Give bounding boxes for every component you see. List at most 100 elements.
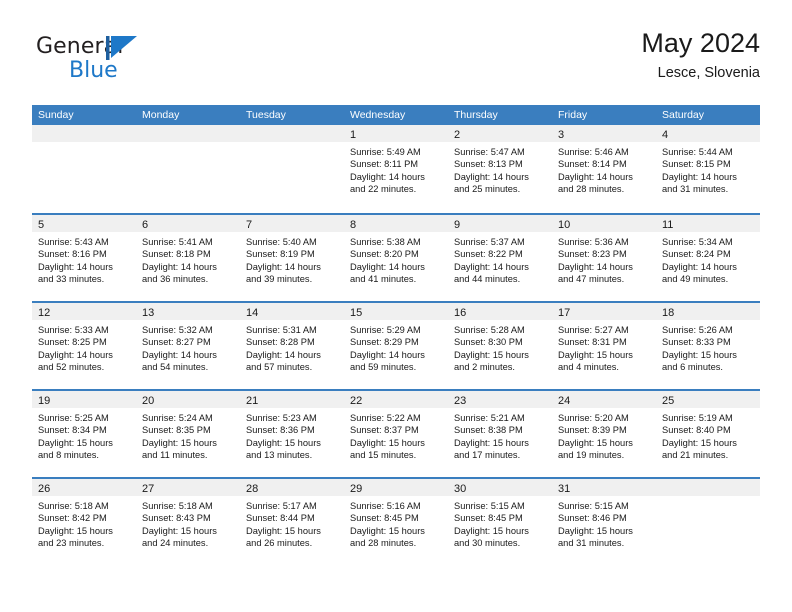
day-detail: Sunrise: 5:29 AM Sunset: 8:29 PM Daylight:… bbox=[344, 320, 448, 374]
day-detail: Sunrise: 5:49 AM Sunset: 8:11 PM Daylight:… bbox=[344, 142, 448, 196]
calendar-grid: Sunday Monday Tuesday Wednesday Thursday… bbox=[32, 105, 760, 565]
calendar-page: General Blue May 2024 Lesce, Slovenia Su… bbox=[0, 0, 792, 612]
day-number-band: 2 bbox=[448, 125, 552, 142]
page-header: General Blue May 2024 Lesce, Slovenia bbox=[32, 26, 760, 98]
day-detail: Sunrise: 5:25 AM Sunset: 8:34 PM Daylight:… bbox=[32, 408, 136, 462]
day-number: 22 bbox=[350, 395, 363, 407]
daylight-text-line1: Daylight: 15 hours bbox=[142, 437, 217, 448]
calendar-day-cell[interactable]: 1 Sunrise: 5:49 AM Sunset: 8:11 PM Daylight… bbox=[344, 125, 448, 213]
day-number-band: 23 bbox=[448, 391, 552, 408]
calendar-day-cell[interactable]: 22 Sunrise: 5:22 AM Sunset: 8:37 PM Dayligh… bbox=[344, 391, 448, 477]
weekday-header-wednesday: Wednesday bbox=[350, 109, 406, 121]
daylight-text-line2: and 23 minutes. bbox=[38, 538, 105, 549]
calendar-day-cell[interactable]: 20 Sunrise: 5:24 AM Sunset: 8:35 PM Dayligh… bbox=[136, 391, 240, 477]
daylight-text-line2: and 28 minutes. bbox=[350, 538, 417, 549]
day-number: 14 bbox=[246, 307, 259, 319]
calendar-day-cell[interactable]: 29 Sunrise: 5:16 AM Sunset: 8:45 PM Dayligh… bbox=[344, 479, 448, 565]
daylight-text-line2: and 15 minutes. bbox=[350, 450, 417, 461]
calendar-day-cell[interactable]: 7 Sunrise: 5:40 AM Sunset: 8:19 PM Daylight… bbox=[240, 215, 344, 301]
page-title: May 2024 bbox=[641, 28, 760, 58]
day-detail: Sunrise: 5:28 AM Sunset: 8:30 PM Daylight:… bbox=[448, 320, 552, 374]
day-number-band: 15 bbox=[344, 303, 448, 320]
calendar-day-cell[interactable]: 30 Sunrise: 5:15 AM Sunset: 8:45 PM Dayligh… bbox=[448, 479, 552, 565]
sunrise-text: Sunrise: 5:27 AM bbox=[558, 325, 629, 335]
day-number-band: 4 bbox=[656, 125, 760, 142]
calendar-day-cell[interactable]: 6 Sunrise: 5:41 AM Sunset: 8:18 PM Daylight… bbox=[136, 215, 240, 301]
calendar-week-row: 5 Sunrise: 5:43 AM Sunset: 8:16 PM Daylight… bbox=[32, 213, 760, 301]
day-number-band: 21 bbox=[240, 391, 344, 408]
day-number-band: 14 bbox=[240, 303, 344, 320]
calendar-day-cell[interactable]: 12 Sunrise: 5:33 AM Sunset: 8:25 PM Dayligh… bbox=[32, 303, 136, 389]
title-block: May 2024 Lesce, Slovenia bbox=[641, 26, 760, 84]
day-number: 5 bbox=[38, 219, 45, 231]
calendar-day-cell[interactable]: 24 Sunrise: 5:20 AM Sunset: 8:39 PM Dayligh… bbox=[552, 391, 656, 477]
sunset-text: Sunset: 8:23 PM bbox=[558, 249, 627, 260]
day-detail: Sunrise: 5:37 AM Sunset: 8:22 PM Daylight:… bbox=[448, 232, 552, 286]
calendar-day-cell-empty bbox=[136, 125, 240, 213]
calendar-day-cell[interactable]: 13 Sunrise: 5:32 AM Sunset: 8:27 PM Dayligh… bbox=[136, 303, 240, 389]
day-detail: Sunrise: 5:44 AM Sunset: 8:15 PM Daylight:… bbox=[656, 142, 760, 196]
daylight-text-line2: and 8 minutes. bbox=[38, 450, 99, 461]
calendar-day-cell[interactable]: 17 Sunrise: 5:27 AM Sunset: 8:31 PM Dayligh… bbox=[552, 303, 656, 389]
day-number: 29 bbox=[350, 483, 363, 495]
day-detail: Sunrise: 5:26 AM Sunset: 8:33 PM Daylight:… bbox=[656, 320, 760, 374]
day-number-band bbox=[240, 125, 344, 142]
daylight-text-line1: Daylight: 14 hours bbox=[38, 261, 113, 272]
day-number-band: 9 bbox=[448, 215, 552, 232]
calendar-day-cell[interactable]: 9 Sunrise: 5:37 AM Sunset: 8:22 PM Daylight… bbox=[448, 215, 552, 301]
sunset-text: Sunset: 8:11 PM bbox=[350, 159, 419, 170]
calendar-day-cell[interactable]: 10 Sunrise: 5:36 AM Sunset: 8:23 PM Dayligh… bbox=[552, 215, 656, 301]
daylight-text-line2: and 54 minutes. bbox=[142, 362, 209, 373]
calendar-day-cell[interactable]: 3 Sunrise: 5:46 AM Sunset: 8:14 PM Daylight… bbox=[552, 125, 656, 213]
calendar-day-cell[interactable]: 21 Sunrise: 5:23 AM Sunset: 8:36 PM Dayligh… bbox=[240, 391, 344, 477]
day-number-band: 8 bbox=[344, 215, 448, 232]
daylight-text-line2: and 24 minutes. bbox=[142, 538, 209, 549]
brand-logo[interactable]: General Blue bbox=[36, 34, 226, 92]
sunset-text: Sunset: 8:27 PM bbox=[142, 337, 211, 348]
sunrise-text: Sunrise: 5:46 AM bbox=[558, 147, 629, 157]
weekday-header-friday: Friday bbox=[558, 109, 588, 121]
calendar-day-cell[interactable]: 31 Sunrise: 5:15 AM Sunset: 8:46 PM Dayligh… bbox=[552, 479, 656, 565]
calendar-day-cell[interactable]: 23 Sunrise: 5:21 AM Sunset: 8:38 PM Dayligh… bbox=[448, 391, 552, 477]
day-detail: Sunrise: 5:41 AM Sunset: 8:18 PM Daylight:… bbox=[136, 232, 240, 286]
daylight-text-line1: Daylight: 14 hours bbox=[350, 349, 425, 360]
sunset-text: Sunset: 8:19 PM bbox=[246, 249, 315, 260]
calendar-day-cell[interactable]: 16 Sunrise: 5:28 AM Sunset: 8:30 PM Dayligh… bbox=[448, 303, 552, 389]
calendar-day-cell[interactable]: 4 Sunrise: 5:44 AM Sunset: 8:15 PM Daylight… bbox=[656, 125, 760, 213]
calendar-day-cell[interactable]: 25 Sunrise: 5:19 AM Sunset: 8:40 PM Dayligh… bbox=[656, 391, 760, 477]
calendar-day-cell[interactable]: 18 Sunrise: 5:26 AM Sunset: 8:33 PM Dayligh… bbox=[656, 303, 760, 389]
sunrise-text: Sunrise: 5:44 AM bbox=[662, 147, 733, 157]
day-number: 8 bbox=[350, 219, 357, 231]
page-subtitle: Lesce, Slovenia bbox=[657, 65, 760, 81]
day-number-band: 17 bbox=[552, 303, 656, 320]
calendar-day-cell[interactable]: 8 Sunrise: 5:38 AM Sunset: 8:20 PM Daylight… bbox=[344, 215, 448, 301]
calendar-day-cell[interactable]: 11 Sunrise: 5:34 AM Sunset: 8:24 PM Dayligh… bbox=[656, 215, 760, 301]
daylight-text-line1: Daylight: 15 hours bbox=[662, 437, 737, 448]
sunset-text: Sunset: 8:34 PM bbox=[38, 425, 107, 436]
sunset-text: Sunset: 8:39 PM bbox=[558, 425, 627, 436]
calendar-day-cell[interactable]: 14 Sunrise: 5:31 AM Sunset: 8:28 PM Dayligh… bbox=[240, 303, 344, 389]
day-detail: Sunrise: 5:15 AM Sunset: 8:45 PM Daylight:… bbox=[448, 496, 552, 550]
calendar-day-cell[interactable]: 5 Sunrise: 5:43 AM Sunset: 8:16 PM Daylight… bbox=[32, 215, 136, 301]
day-number: 23 bbox=[454, 395, 467, 407]
daylight-text-line1: Daylight: 15 hours bbox=[246, 437, 321, 448]
day-number-band: 6 bbox=[136, 215, 240, 232]
day-number-band: 30 bbox=[448, 479, 552, 496]
calendar-day-cell[interactable]: 19 Sunrise: 5:25 AM Sunset: 8:34 PM Dayligh… bbox=[32, 391, 136, 477]
weekday-header-row: Sunday Monday Tuesday Wednesday Thursday… bbox=[32, 105, 760, 125]
calendar-day-cell[interactable]: 15 Sunrise: 5:29 AM Sunset: 8:29 PM Dayligh… bbox=[344, 303, 448, 389]
day-detail: Sunrise: 5:19 AM Sunset: 8:40 PM Daylight:… bbox=[656, 408, 760, 462]
day-number: 16 bbox=[454, 307, 467, 319]
calendar-weeks: 1 Sunrise: 5:49 AM Sunset: 8:11 PM Daylight… bbox=[32, 125, 760, 565]
calendar-day-cell[interactable]: 2 Sunrise: 5:47 AM Sunset: 8:13 PM Daylight… bbox=[448, 125, 552, 213]
sunset-text: Sunset: 8:22 PM bbox=[454, 249, 523, 260]
daylight-text-line2: and 41 minutes. bbox=[350, 274, 417, 285]
sunset-text: Sunset: 8:29 PM bbox=[350, 337, 419, 348]
calendar-day-cell[interactable]: 28 Sunrise: 5:17 AM Sunset: 8:44 PM Dayligh… bbox=[240, 479, 344, 565]
calendar-day-cell[interactable]: 26 Sunrise: 5:18 AM Sunset: 8:42 PM Dayligh… bbox=[32, 479, 136, 565]
calendar-day-cell[interactable]: 27 Sunrise: 5:18 AM Sunset: 8:43 PM Dayligh… bbox=[136, 479, 240, 565]
day-detail: Sunrise: 5:21 AM Sunset: 8:38 PM Daylight:… bbox=[448, 408, 552, 462]
daylight-text-line2: and 30 minutes. bbox=[454, 538, 521, 549]
daylight-text-line2: and 2 minutes. bbox=[454, 362, 515, 373]
day-detail: Sunrise: 5:20 AM Sunset: 8:39 PM Daylight:… bbox=[552, 408, 656, 462]
